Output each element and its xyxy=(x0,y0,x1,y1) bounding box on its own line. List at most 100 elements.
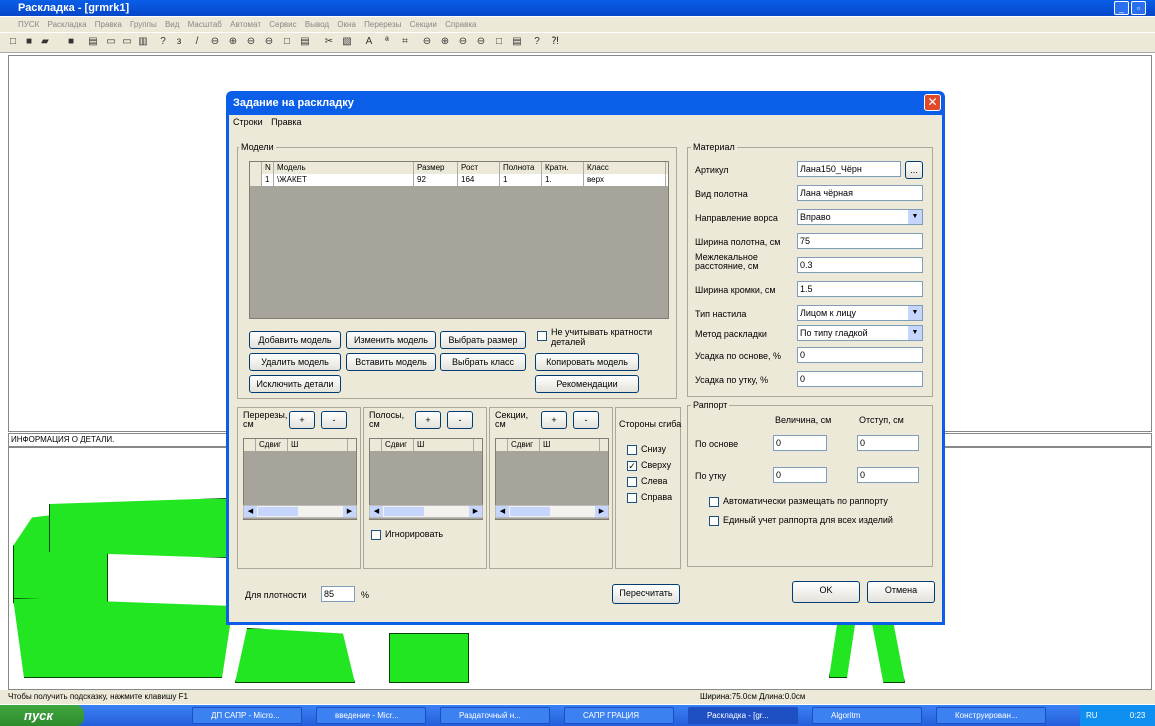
strips-add-button[interactable]: + xyxy=(415,411,441,429)
method-select[interactable]: По типу гладкой ▼ xyxy=(797,325,923,341)
zoom2-in-icon[interactable]: ⊕ xyxy=(438,35,452,49)
add-model-button[interactable]: Добавить модель xyxy=(249,331,341,349)
minimize-button[interactable]: _ xyxy=(1114,1,1129,15)
menu-item-view[interactable]: Вид xyxy=(165,20,179,29)
spread-select[interactable]: Лицом к лицу ▼ xyxy=(797,305,923,321)
strips-remove-button[interactable]: - xyxy=(447,411,473,429)
table-row[interactable]: 1 \ЖАКЕТ 92 164 1 1. верх xyxy=(250,174,668,186)
font-icon[interactable]: A xyxy=(362,35,376,49)
edge-field[interactable]: 1.5 xyxy=(797,281,923,297)
zoom-out-icon[interactable]: ⊖ xyxy=(244,35,258,49)
strips-scrollbar[interactable]: ◀ ▶ xyxy=(369,505,483,518)
copy-model-button[interactable]: Копировать модель xyxy=(535,353,639,371)
task-button[interactable]: введение - Micr... xyxy=(316,707,426,724)
zoom-in-icon[interactable]: ⊕ xyxy=(226,35,240,49)
language-indicator[interactable]: RU xyxy=(1086,711,1098,720)
menu-item-auto[interactable]: Автомат xyxy=(230,20,261,29)
edit-model-button[interactable]: Изменить модель xyxy=(346,331,436,349)
cuts-add-button[interactable]: + xyxy=(289,411,315,429)
nap-select[interactable]: Вправо ▼ xyxy=(797,209,923,225)
col-n[interactable]: N xyxy=(262,162,274,174)
menu-item-cuts[interactable]: Перерезы xyxy=(364,20,401,29)
print-icon[interactable]: ▥ xyxy=(136,35,150,49)
auto-rapport-checkbox[interactable] xyxy=(709,497,719,507)
task-button[interactable]: Algoritm xyxy=(812,707,922,724)
recommendations-button[interactable]: Рекомендации xyxy=(535,375,639,393)
new-file-icon[interactable]: □ xyxy=(6,35,20,49)
open-folder-icon[interactable]: ▰ xyxy=(38,35,52,49)
pencil-icon[interactable]: / xyxy=(190,35,204,49)
sections-add-button[interactable]: + xyxy=(541,411,567,429)
close-icon[interactable]: ✕ xyxy=(924,94,941,111)
pattern-piece[interactable] xyxy=(235,628,355,683)
pattern-piece[interactable] xyxy=(49,498,229,558)
layout-icon[interactable]: ▭ xyxy=(104,35,118,49)
menu-item-scale[interactable]: Масштаб xyxy=(188,20,222,29)
col-mult[interactable]: Кратн. xyxy=(542,162,584,174)
fabric-width-field[interactable]: 75 xyxy=(797,233,923,249)
col-class[interactable]: Класс xyxy=(584,162,666,174)
measure-icon[interactable]: з xyxy=(172,35,186,49)
layout2-icon[interactable]: ▭ xyxy=(120,35,134,49)
rapport-warp-size-field[interactable]: 0 xyxy=(773,435,827,451)
ignore-strips-checkbox[interactable] xyxy=(371,530,381,540)
pattern-piece[interactable] xyxy=(389,633,469,683)
task-button[interactable]: САПР ГРАЦИЯ xyxy=(564,707,674,724)
single-rapport-checkbox[interactable] xyxy=(709,516,719,526)
ignore-multiplicity-checkbox[interactable] xyxy=(537,331,547,341)
article-field[interactable]: Лана150_Чёрн xyxy=(797,161,901,177)
fold-right-checkbox[interactable] xyxy=(627,493,637,503)
zoom-fit-icon[interactable]: ⊖ xyxy=(262,35,276,49)
dialog-menu-rows[interactable]: Строки xyxy=(233,117,263,127)
page-icon[interactable]: ▤ xyxy=(298,35,312,49)
pattern-piece[interactable] xyxy=(13,598,233,678)
menu-item-service[interactable]: Сервис xyxy=(269,20,296,29)
menu-item-help[interactable]: Справка xyxy=(445,20,476,29)
menu-item-start[interactable]: ПУСК xyxy=(18,20,39,29)
models-table[interactable]: N Модель Размер Рост Полнота Кратн. Клас… xyxy=(249,161,669,319)
pick-size-button[interactable]: Выбрать размер xyxy=(440,331,526,349)
menu-item-groups[interactable]: Группы xyxy=(130,20,157,29)
paste-icon[interactable]: ▧ xyxy=(340,35,354,49)
col-fullness[interactable]: Полнота xyxy=(500,162,542,174)
fabric-field[interactable]: Лана чёрная xyxy=(797,185,923,201)
frame2-icon[interactable]: □ xyxy=(492,35,506,49)
frame-icon[interactable]: □ xyxy=(280,35,294,49)
menu-item-layout[interactable]: Раскладка xyxy=(48,20,87,29)
start-button[interactable]: пуск xyxy=(0,705,84,726)
recalculate-button[interactable]: Пересчитать xyxy=(612,584,680,604)
col-height[interactable]: Рост xyxy=(458,162,500,174)
help2-icon[interactable]: ? xyxy=(530,35,544,49)
zoom2-out-icon[interactable]: ⊖ xyxy=(456,35,470,49)
exclude-details-button[interactable]: Исключить детали xyxy=(249,375,341,393)
zoom2-fit-icon[interactable]: ⊖ xyxy=(474,35,488,49)
context-help-icon[interactable]: ⁈ xyxy=(548,35,562,49)
maximize-button[interactable]: ▫ xyxy=(1131,1,1146,15)
sections-scrollbar[interactable]: ◀ ▶ xyxy=(495,505,609,518)
article-browse-button[interactable]: ... xyxy=(905,161,923,179)
insert-model-button[interactable]: Вставить модель xyxy=(346,353,436,371)
task-button[interactable]: Конструирован... xyxy=(936,707,1046,724)
menu-item-output[interactable]: Вывод xyxy=(305,20,329,29)
shrink-warp-field[interactable]: 0 xyxy=(797,347,923,363)
rapport-weft-offset-field[interactable]: 0 xyxy=(857,467,919,483)
task-button[interactable]: Раздаточный н... xyxy=(440,707,550,724)
task-button-active[interactable]: Раскладка - [gr... xyxy=(688,707,798,724)
grid-icon[interactable]: ⌗ xyxy=(398,35,412,49)
fold-top-checkbox[interactable]: ✓ xyxy=(627,461,637,471)
delete-model-button[interactable]: Удалить модель xyxy=(249,353,341,371)
zoom-icon[interactable]: ⊖ xyxy=(208,35,222,49)
ok-button[interactable]: OK xyxy=(792,581,860,603)
shrink-weft-field[interactable]: 0 xyxy=(797,371,923,387)
rapport-weft-size-field[interactable]: 0 xyxy=(773,467,827,483)
dialog-menu-edit[interactable]: Правка xyxy=(271,117,301,127)
cut-icon[interactable]: ✂ xyxy=(322,35,336,49)
pick-class-button[interactable]: Выбрать класс xyxy=(440,353,526,371)
menu-item-edit[interactable]: Правка xyxy=(95,20,122,29)
cuts-scrollbar[interactable]: ◀ ▶ xyxy=(243,505,357,518)
col-size[interactable]: Размер xyxy=(414,162,458,174)
zoom2-icon[interactable]: ⊖ xyxy=(420,35,434,49)
cancel-button[interactable]: Отмена xyxy=(867,581,935,603)
font-size-icon[interactable]: ª xyxy=(380,35,394,49)
fold-left-checkbox[interactable] xyxy=(627,477,637,487)
